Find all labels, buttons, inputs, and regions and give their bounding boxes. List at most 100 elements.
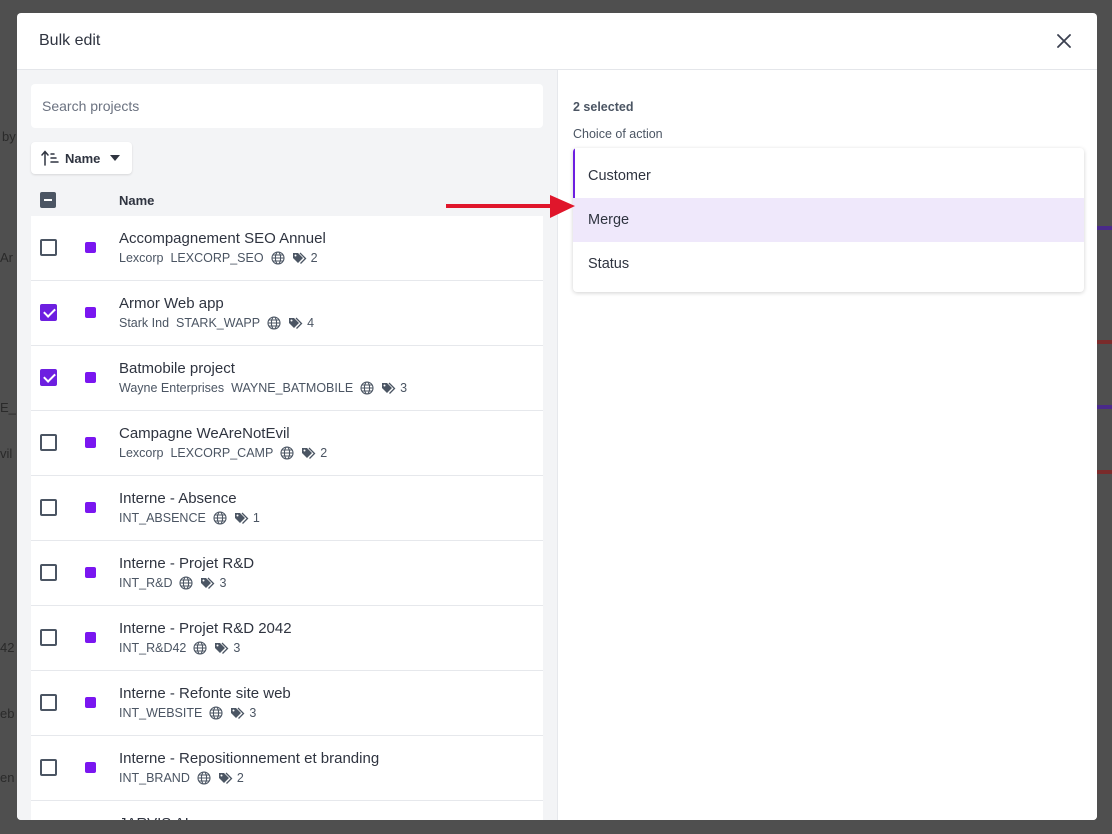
action-dropdown: Customer Merge Status bbox=[573, 148, 1084, 292]
project-code: INT_BRAND bbox=[119, 771, 190, 785]
row-checkbox[interactable] bbox=[40, 694, 57, 711]
globe-icon bbox=[360, 381, 374, 395]
row-checkbox[interactable] bbox=[40, 564, 57, 581]
row-checkbox[interactable] bbox=[40, 629, 57, 646]
tags-icon bbox=[292, 252, 308, 265]
globe-icon bbox=[280, 446, 294, 460]
project-row[interactable]: Campagne WeAreNotEvil Lexcorp LEXCORP_CAMP… bbox=[31, 411, 543, 476]
bg-bar bbox=[1097, 470, 1112, 474]
tag-count: 1 bbox=[252, 511, 260, 525]
modal-header: Bulk edit bbox=[17, 13, 1097, 70]
project-code: INT_R&D bbox=[119, 576, 173, 590]
project-title: Interne - Projet R&D 2042 bbox=[119, 620, 292, 637]
globe-icon bbox=[209, 706, 223, 720]
tag-count: 2 bbox=[236, 771, 244, 785]
project-meta: Lexcorp LEXCORP_CAMP 2 bbox=[119, 446, 327, 460]
bg-text: eb bbox=[0, 706, 15, 721]
project-title: Armor Web app bbox=[119, 295, 224, 312]
select-all-checkbox[interactable] bbox=[40, 192, 56, 208]
tags-icon bbox=[214, 642, 230, 655]
bulk-edit-modal: Bulk edit Name Name Accompagnement SEO A… bbox=[17, 13, 1097, 820]
project-color-dot bbox=[85, 762, 96, 773]
project-title: Campagne WeAreNotEvil bbox=[119, 425, 290, 442]
project-row[interactable]: Batmobile project Wayne Enterprises WAYNE_… bbox=[31, 346, 543, 411]
action-pane: 2 selected Choice of action Customer Mer… bbox=[557, 70, 1097, 820]
bg-text: 42 bbox=[0, 640, 15, 655]
tags-icon bbox=[381, 382, 397, 395]
project-row[interactable]: Accompagnement SEO Annuel Lexcorp LEXCORP_… bbox=[31, 216, 543, 281]
globe-icon bbox=[179, 576, 194, 590]
project-code: LEXCORP_CAMP bbox=[170, 446, 274, 460]
bg-text: E_ bbox=[0, 400, 16, 415]
tag-count: 3 bbox=[249, 706, 257, 720]
row-checkbox[interactable] bbox=[40, 239, 57, 256]
tags-icon bbox=[234, 512, 250, 525]
option-customer[interactable]: Customer bbox=[573, 148, 1084, 198]
project-client: Lexcorp bbox=[119, 251, 164, 265]
tag-count: 4 bbox=[307, 316, 315, 330]
search-input[interactable] bbox=[31, 84, 543, 128]
tags-icon bbox=[200, 577, 216, 590]
bg-bar bbox=[1097, 340, 1112, 344]
bg-bar bbox=[1097, 226, 1112, 230]
sort-button[interactable]: Name bbox=[31, 142, 132, 174]
project-color-dot bbox=[85, 632, 96, 643]
project-code: STARK_WAPP bbox=[176, 316, 261, 330]
project-title: Accompagnement SEO Annuel bbox=[119, 230, 326, 247]
project-row[interactable]: Interne - Refonte site web INT_WEBSITE 3 bbox=[31, 671, 543, 736]
project-client: Lexcorp bbox=[119, 446, 164, 460]
row-checkbox[interactable] bbox=[40, 759, 57, 776]
project-row[interactable]: JARVIS AI bbox=[31, 801, 543, 820]
bg-text: Ar bbox=[0, 250, 13, 265]
project-title: Batmobile project bbox=[119, 360, 235, 377]
project-code: LEXCORP_SEO bbox=[170, 251, 264, 265]
project-meta: Wayne Enterprises WAYNE_BATMOBILE 3 bbox=[119, 381, 407, 395]
project-title: Interne - Projet R&D bbox=[119, 555, 255, 572]
globe-icon bbox=[193, 641, 207, 655]
project-row[interactable]: Interne - Absence INT_ABSENCE 1 bbox=[31, 476, 543, 541]
bg-text: by bbox=[2, 129, 16, 144]
row-checkbox[interactable] bbox=[40, 304, 57, 321]
row-checkbox[interactable] bbox=[40, 499, 57, 516]
project-row[interactable]: Interne - Projet R&D INT_R&D 3 bbox=[31, 541, 543, 606]
close-icon bbox=[1057, 34, 1071, 48]
row-checkbox[interactable] bbox=[40, 369, 57, 386]
modal-title: Bulk edit bbox=[39, 32, 101, 49]
option-status[interactable]: Status bbox=[573, 242, 1084, 286]
caret-down-icon bbox=[110, 155, 121, 161]
tags-icon bbox=[301, 447, 317, 460]
globe-icon bbox=[213, 511, 227, 525]
project-title: Interne - Absence bbox=[119, 490, 237, 507]
project-row[interactable]: Interne - Repositionnement et branding IN… bbox=[31, 736, 543, 801]
tag-count: 3 bbox=[219, 576, 227, 590]
project-client: Wayne Enterprises bbox=[119, 381, 225, 395]
project-title: JARVIS AI bbox=[119, 815, 189, 820]
project-row[interactable]: Armor Web app Stark Ind STARK_WAPP 4 bbox=[31, 281, 543, 346]
project-color-dot bbox=[85, 567, 96, 578]
tag-count: 3 bbox=[233, 641, 241, 655]
globe-icon bbox=[267, 316, 281, 330]
globe-icon bbox=[197, 771, 211, 785]
project-color-dot bbox=[85, 307, 96, 318]
project-row[interactable]: Interne - Projet R&D 2042 INT_R&D42 3 bbox=[31, 606, 543, 671]
project-code: INT_ABSENCE bbox=[119, 511, 206, 525]
project-color-dot bbox=[85, 372, 96, 383]
globe-icon bbox=[271, 251, 285, 265]
project-meta: INT_R&D 3 bbox=[119, 576, 226, 590]
project-color-dot bbox=[85, 437, 96, 448]
tags-icon bbox=[230, 707, 246, 720]
close-button[interactable] bbox=[1053, 30, 1075, 52]
project-color-dot bbox=[85, 697, 96, 708]
column-header-name: Name bbox=[119, 192, 155, 208]
tag-count: 2 bbox=[320, 446, 328, 460]
row-checkbox[interactable] bbox=[40, 434, 57, 451]
sort-label: Name bbox=[65, 150, 101, 166]
option-merge[interactable]: Merge bbox=[573, 198, 1084, 242]
arrow-icon bbox=[446, 195, 575, 218]
project-title: Interne - Refonte site web bbox=[119, 685, 291, 702]
tags-icon bbox=[218, 772, 234, 785]
bg-bar bbox=[1097, 405, 1112, 409]
project-list: Accompagnement SEO Annuel Lexcorp LEXCORP_… bbox=[31, 216, 543, 820]
sort-icon bbox=[41, 150, 59, 166]
project-list-pane: Name Name Accompagnement SEO Annuel Lexco… bbox=[17, 70, 557, 820]
